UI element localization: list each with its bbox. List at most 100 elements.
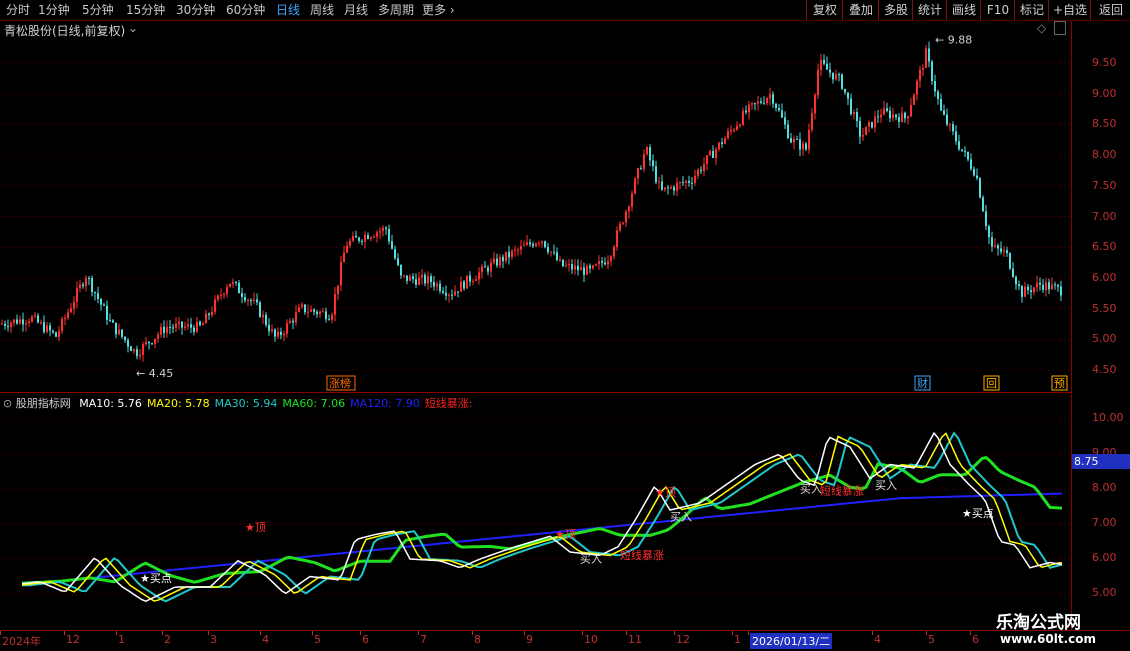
- candle-body: [964, 150, 966, 152]
- period-fenshi[interactable]: 分时: [6, 0, 30, 20]
- candle-body: [562, 259, 564, 267]
- candle-body: [76, 288, 78, 302]
- candle-body: [916, 80, 918, 95]
- candle-body: [436, 283, 438, 287]
- candle-body: [874, 116, 876, 128]
- indicator-tick-label: 10.00: [1092, 411, 1124, 424]
- indicator-chart[interactable]: ★顶★顶★顶买入买入买入 买入短线暴涨短线暴涨★买点★买点: [0, 393, 1071, 630]
- candlestick-chart[interactable]: ← 9.88 ← 4.45 涨榜 财 回 预: [0, 21, 1071, 391]
- more-button[interactable]: 更多 ›: [422, 0, 455, 20]
- add-favorite-button[interactable]: +自选: [1048, 0, 1091, 20]
- candle-body: [208, 313, 210, 316]
- candle-body: [37, 315, 39, 323]
- candle-body: [655, 166, 657, 183]
- candle-body: [1030, 290, 1032, 293]
- watermark-url: www.60lt.com: [1000, 632, 1097, 646]
- candle-body: [1060, 286, 1062, 296]
- candle-body: [919, 69, 921, 81]
- candle-body: [460, 281, 462, 292]
- candle-body: [910, 104, 912, 117]
- back-button[interactable]: 返回: [1090, 0, 1130, 20]
- price-tick-label: 6.50: [1092, 240, 1117, 254]
- date-tick: [732, 631, 733, 635]
- candle-body: [682, 182, 684, 184]
- candle-body: [613, 247, 615, 257]
- candle-body: [367, 235, 369, 239]
- period-60min[interactable]: 60分钟: [226, 0, 265, 20]
- candle-body: [949, 124, 951, 126]
- candle-body: [214, 299, 216, 312]
- candle-body: [685, 180, 687, 183]
- candle-body: [166, 327, 168, 333]
- candle-body: [907, 116, 909, 119]
- candle-body: [220, 295, 222, 297]
- candle-body: [538, 242, 540, 244]
- candle-body: [412, 276, 414, 280]
- candle-body: [1057, 284, 1059, 287]
- date-tick: [260, 631, 261, 635]
- mark-button[interactable]: 标记: [1014, 0, 1049, 20]
- date-tick: [418, 631, 419, 635]
- period-daily[interactable]: 日线: [276, 0, 300, 20]
- collapse-icon[interactable]: ⊙: [3, 397, 12, 410]
- candle-body: [190, 324, 192, 328]
- period-15min[interactable]: 15分钟: [126, 0, 165, 20]
- candle-body: [799, 139, 801, 150]
- signal-label: 买入: [580, 553, 602, 566]
- fuquan-button[interactable]: 复权: [806, 0, 843, 20]
- f10-button[interactable]: F10: [980, 0, 1015, 20]
- candle-body: [988, 226, 990, 238]
- candle-body: [403, 275, 405, 277]
- signal-label: ★顶: [655, 486, 676, 499]
- diamond-icon[interactable]: ◇: [1037, 21, 1046, 35]
- maximize-icon[interactable]: [1054, 21, 1066, 35]
- candle-body: [619, 223, 621, 231]
- candle-body: [568, 264, 570, 266]
- candle-body: [1051, 284, 1053, 290]
- candle-body: [913, 94, 915, 105]
- candle-body: [304, 304, 306, 313]
- candle-body: [1045, 282, 1047, 291]
- price-panel[interactable]: ← 9.88 ← 4.45 涨榜 财 回 预 青松股份(日线,前复权) ⌄ ◇: [0, 21, 1071, 391]
- candle-body: [559, 259, 561, 261]
- candle-body: [10, 322, 12, 328]
- candle-body: [823, 59, 825, 64]
- overlay-button[interactable]: 叠加: [842, 0, 879, 20]
- date-label: 5: [928, 633, 935, 646]
- candle-body: [931, 61, 933, 82]
- ma-line: [21, 431, 1063, 603]
- candle-body: [49, 325, 51, 331]
- candle-body: [496, 258, 498, 266]
- period-30min[interactable]: 30分钟: [176, 0, 215, 20]
- stats-button[interactable]: 统计: [912, 0, 947, 20]
- period-monthly[interactable]: 月线: [344, 0, 368, 20]
- candle-body: [361, 240, 363, 242]
- candle-body: [973, 168, 975, 176]
- candle-body: [808, 129, 810, 150]
- candle-body: [289, 320, 291, 324]
- chevron-down-icon[interactable]: ⌄: [128, 21, 138, 35]
- period-1min[interactable]: 1分钟: [38, 0, 70, 20]
- candle-body: [346, 245, 348, 253]
- period-5min[interactable]: 5分钟: [82, 0, 114, 20]
- candle-body: [58, 331, 60, 337]
- candle-body: [1039, 282, 1041, 285]
- period-multi[interactable]: 多周期: [378, 0, 414, 20]
- candle-body: [298, 307, 300, 312]
- ma-legend-item: MA10: 5.76: [79, 397, 142, 410]
- date-label: 9: [526, 633, 533, 646]
- candle-body: [337, 285, 339, 295]
- candle-body: [547, 247, 549, 253]
- indicator-panel[interactable]: ★顶 ★顶 ★顶 买入 买入 买入 买入 短线暴涨 短线暴涨 ★买点 ★买点 ⊙ 股朋指标网 MA1…: [0, 392, 1071, 630]
- multi-stock-button[interactable]: 多股: [878, 0, 913, 20]
- date-tick: [926, 631, 927, 635]
- period-weekly[interactable]: 周线: [310, 0, 334, 20]
- date-label: 1: [734, 633, 741, 646]
- candle-body: [589, 265, 591, 269]
- candle-body: [1018, 284, 1020, 287]
- candle-body: [697, 169, 699, 176]
- signal-label: 买入: [875, 479, 897, 492]
- candle-body: [247, 299, 249, 301]
- more-label: 更多: [422, 3, 447, 17]
- draw-button[interactable]: 画线: [946, 0, 981, 20]
